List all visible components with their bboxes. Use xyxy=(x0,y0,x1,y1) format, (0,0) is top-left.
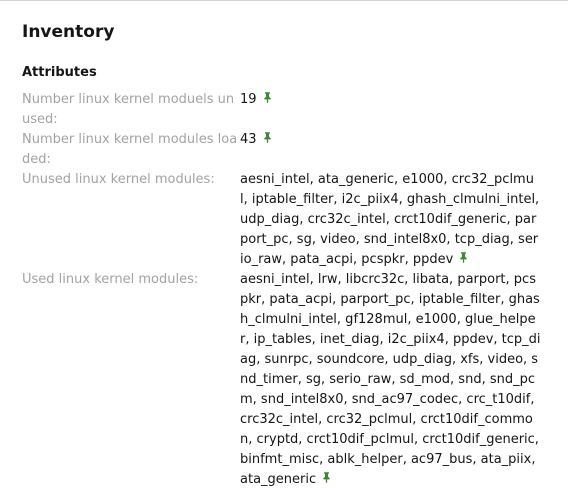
attribute-value-wrapper: aesni_intel, lrw, libcrc32c, libata, par… xyxy=(240,270,541,490)
attribute-value: 43 xyxy=(240,132,257,147)
section-title: Attributes xyxy=(22,65,97,80)
top-divider xyxy=(0,0,568,1)
pin-icon[interactable] xyxy=(320,471,333,484)
pin-icon[interactable] xyxy=(457,251,470,264)
attribute-value: 19 xyxy=(240,92,257,107)
attribute-row-used-modules: Used linux kernel modules: aesni_intel, … xyxy=(22,270,552,490)
attribute-value-wrapper: aesni_intel, ata_generic, e1000, crc32_p… xyxy=(240,170,541,270)
pin-icon[interactable] xyxy=(261,91,274,104)
page-title: Inventory xyxy=(22,22,115,42)
attribute-value: aesni_intel, ata_generic, e1000, crc32_p… xyxy=(240,172,540,267)
inventory-panel: Inventory Attributes Number linux kernel… xyxy=(22,20,552,490)
attribute-label: Unused linux kernel modules: xyxy=(22,172,215,187)
attribute-row-loaded-count: Number linux kernel modules loaded: 43 xyxy=(22,130,552,170)
attributes-list: Number linux kernel moduels unused: 19 N… xyxy=(22,90,552,490)
attribute-label: Number linux kernel moduels unused: xyxy=(22,92,235,127)
attribute-label: Number linux kernel modules loaded: xyxy=(22,132,238,167)
attribute-row-unused-count: Number linux kernel moduels unused: 19 xyxy=(22,90,552,130)
attribute-value-wrapper: 43 xyxy=(240,130,541,150)
attribute-row-unused-modules: Unused linux kernel modules: aesni_intel… xyxy=(22,170,552,270)
attribute-value: aesni_intel, lrw, libcrc32c, libata, par… xyxy=(240,272,541,487)
attribute-label: Used linux kernel modules: xyxy=(22,272,199,287)
pin-icon[interactable] xyxy=(261,131,274,144)
attribute-value-wrapper: 19 xyxy=(240,90,541,110)
